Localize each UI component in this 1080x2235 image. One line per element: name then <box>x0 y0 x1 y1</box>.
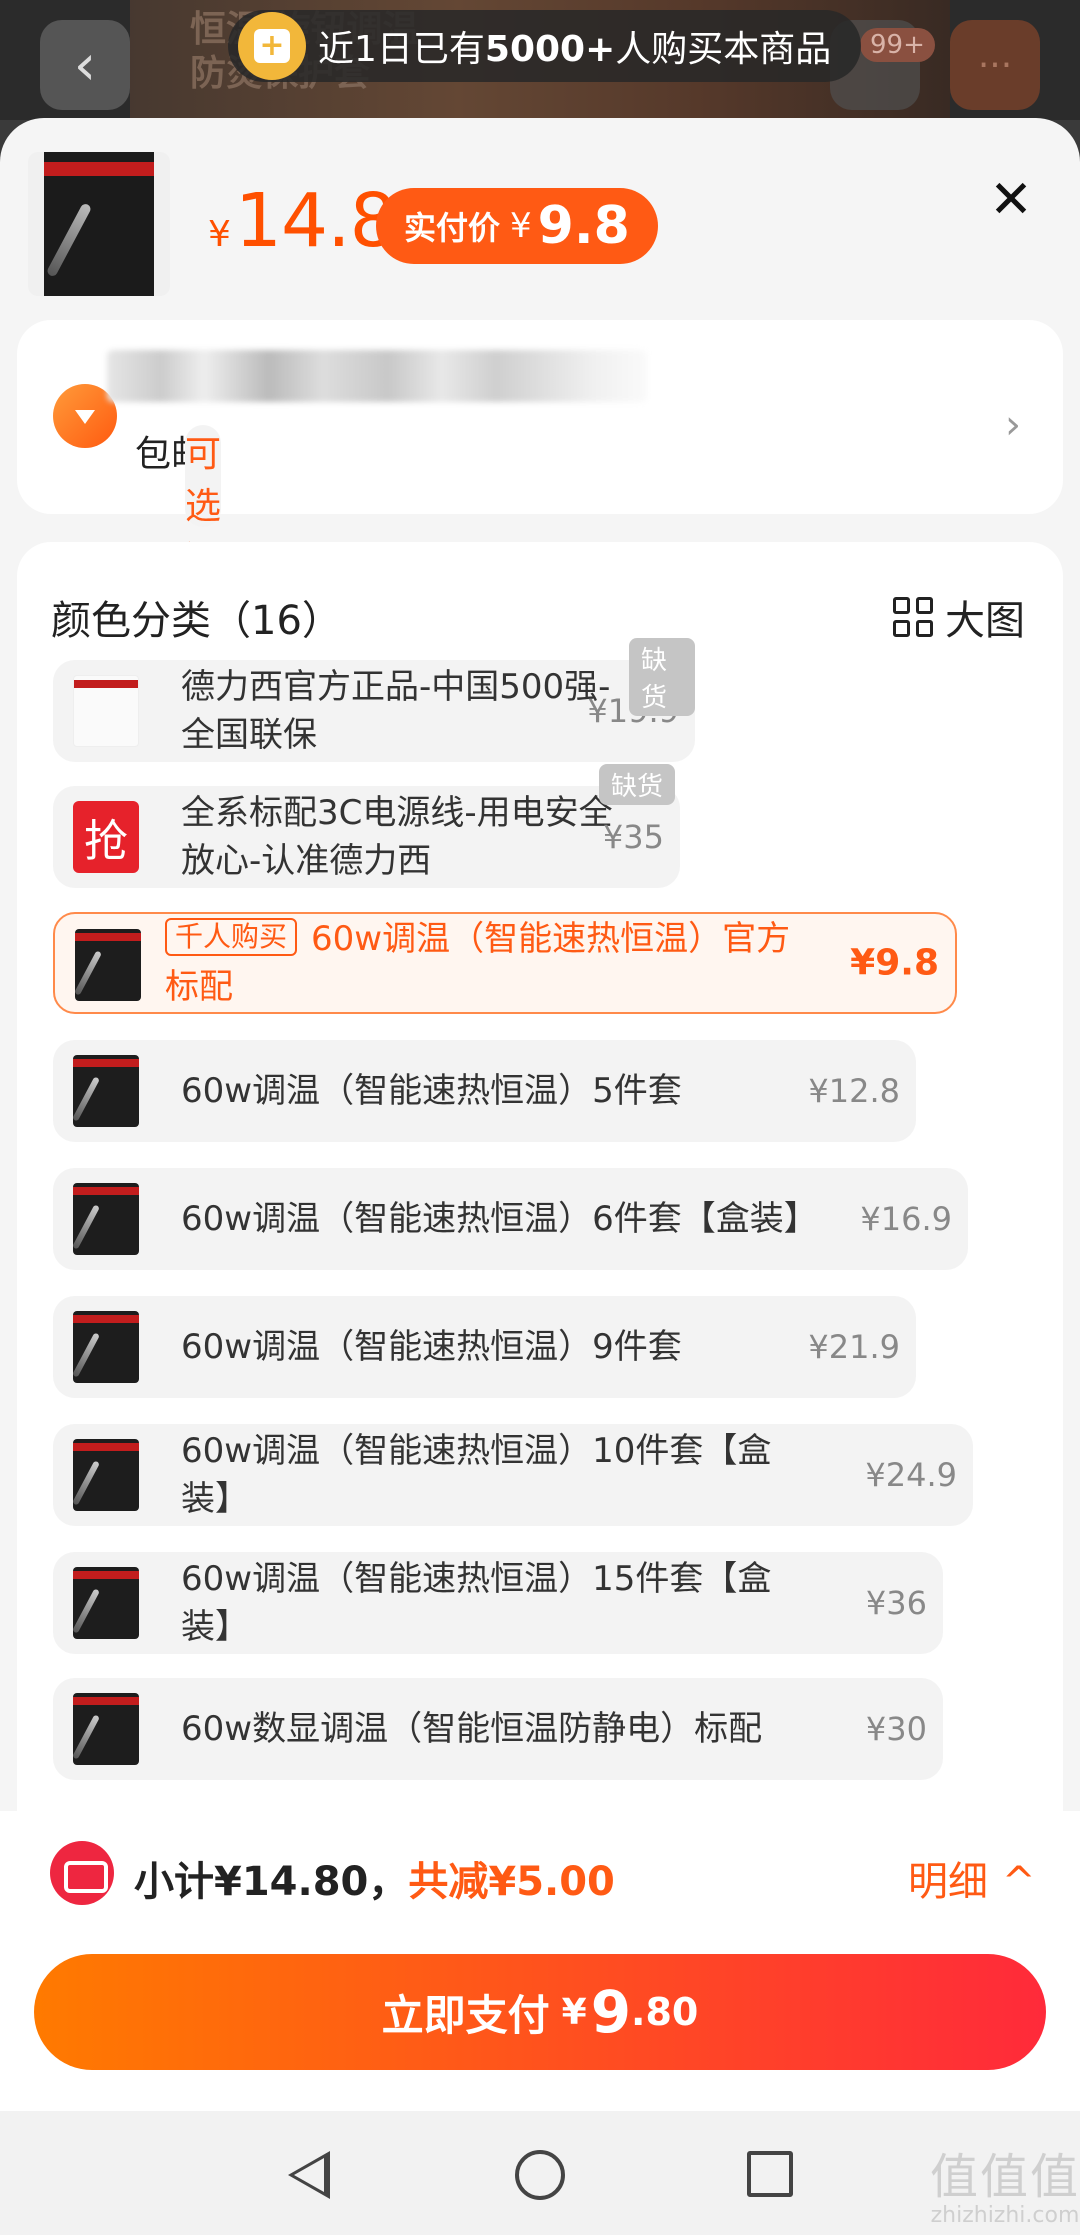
hot-tag: 千人购买 <box>165 918 298 956</box>
sku-price: ¥35 <box>602 818 664 856</box>
sku-thumbnail <box>73 1183 139 1255</box>
sku-label: 全系标配3C电源线-用电安全放心-认准德力西 <box>181 793 613 881</box>
buyers-toast-text: 近1日已有5000+人购买本商品 <box>318 29 832 70</box>
sku-thumbnail <box>73 1055 139 1127</box>
out-of-stock-badge: 缺货 <box>629 638 695 716</box>
sku-price: ¥12.8 <box>808 1072 900 1110</box>
sku-thumbnail <box>75 929 141 1001</box>
sku-option[interactable]: 德力西官方正品-中国500强-全国联保 ¥19.9 缺货 <box>53 638 695 762</box>
back-button[interactable]: ‹ <box>40 20 130 110</box>
cart-count-badge: 99+ <box>860 28 935 62</box>
flash-sale-icon: 抢 <box>73 801 139 873</box>
sku-label: 60w调温（智能速热恒温）5件套 <box>181 1071 682 1111</box>
original-price: ¥ 14.8 <box>208 178 397 264</box>
chevron-up-icon: ^ <box>1002 1859 1036 1905</box>
options-title: 颜色分类（16） <box>51 598 342 644</box>
shipping-insurance-link[interactable]: 可选运费险 <box>185 425 222 683</box>
sku-label: 德力西官方正品-中国500强-全国联保 <box>181 667 611 755</box>
more-button[interactable]: ··· <box>950 20 1040 110</box>
chevron-right-icon: › <box>1005 402 1021 448</box>
sku-thumbnail <box>73 1311 139 1383</box>
sku-thumbnail <box>73 1693 139 1765</box>
sku-option[interactable]: 60w调温（智能速热恒温）5件套 ¥12.8 <box>53 1040 916 1142</box>
sku-option[interactable]: 60w调温（智能速热恒温）6件套【盒装】 ¥16.9 <box>53 1168 968 1270</box>
sku-label: 60w调温（智能速热恒温）15件套【盒装】 <box>181 1559 772 1647</box>
close-icon[interactable]: ✕ <box>985 174 1037 226</box>
sku-label: 60w调温（智能速热恒温）9件套 <box>181 1327 682 1367</box>
nav-home-icon[interactable] <box>515 2150 565 2200</box>
pay-now-button[interactable]: 立即支付 ¥ 9 .80 <box>34 1954 1046 2070</box>
sku-option[interactable]: 抢 全系标配3C电源线-用电安全放心-认准德力西 ¥35 缺货 <box>53 764 680 888</box>
watermark: 值值值 zhizhizhi.com <box>930 2149 1080 2228</box>
sku-thumbnail <box>73 1439 139 1511</box>
address-redacted <box>107 350 647 402</box>
sku-label: 60w调温（智能速热恒温）6件套【盒装】 <box>181 1199 818 1239</box>
sku-option[interactable]: 60w调温（智能速热恒温）15件套【盒装】 ¥36 <box>53 1552 943 1654</box>
product-gallery-header: 恒温 旋钮调温 防烫保护套 ‹ 99+ ··· + 近1日已有5000+人购买本… <box>0 0 1080 120</box>
big-view-toggle[interactable]: 大图 <box>893 588 1025 646</box>
product-summary: ¥ 14.8 实付价 ¥ 9.8 ✕ <box>0 118 1080 318</box>
sku-price: ¥24.9 <box>865 1456 957 1494</box>
buyers-toast: + 近1日已有5000+人购买本商品 <box>228 10 862 82</box>
sku-price: ¥9.8 <box>850 942 939 984</box>
sku-option-selected[interactable]: 千人购买 60w调温（智能速热恒温）官方标配 ¥9.8 <box>53 912 957 1014</box>
sku-thumbnail <box>73 675 139 747</box>
address-card[interactable]: 包邮 可选运费险 › <box>17 320 1063 683</box>
sku-price: ¥30 <box>865 1710 927 1748</box>
sku-label: 60w数显调温（智能恒温防静电）标配 <box>181 1709 763 1749</box>
price-detail-toggle[interactable]: 明细 ^ <box>908 1849 1036 1907</box>
sku-price: ¥16.9 <box>860 1200 952 1238</box>
product-thumbnail[interactable] <box>28 152 170 296</box>
chevron-left-icon: ‹ <box>73 32 97 98</box>
sku-label: 60w调温（智能速热恒温）10件套【盒装】 <box>181 1431 772 1519</box>
shopping-bag-icon: + <box>238 12 306 80</box>
paid-price-pill: 实付价 ¥ 9.8 <box>376 188 658 264</box>
shipping-info: 包邮 可选运费险 <box>135 425 222 683</box>
out-of-stock-badge: 缺货 <box>599 764 676 805</box>
subtotal-text: 小计¥14.80，共减¥5.00 <box>134 1859 615 1905</box>
sku-price: ¥21.9 <box>808 1328 900 1366</box>
nav-recents-icon[interactable] <box>747 2151 793 2197</box>
system-nav-bar: 值值值 zhizhizhi.com <box>0 2111 1080 2235</box>
checkout-bar: 小计¥14.80，共减¥5.00 明细 ^ 立即支付 ¥ 9 .80 <box>0 1811 1080 2111</box>
sku-option[interactable]: 60w数显调温（智能恒温防静电）标配 ¥30 <box>53 1678 943 1780</box>
sku-price: ¥36 <box>865 1584 927 1622</box>
sku-option[interactable]: 60w调温（智能速热恒温）9件套 ¥21.9 <box>53 1296 916 1398</box>
grid-icon <box>893 597 933 637</box>
more-icon: ··· <box>977 44 1013 86</box>
sku-label: 千人购买 60w调温（智能速热恒温）官方标配 <box>165 918 791 1007</box>
sku-option[interactable]: 60w调温（智能速热恒温）10件套【盒装】 ¥24.9 <box>53 1424 973 1526</box>
nav-back-icon[interactable] <box>288 2151 330 2199</box>
coupon-icon <box>50 1841 114 1905</box>
sku-thumbnail <box>73 1567 139 1639</box>
